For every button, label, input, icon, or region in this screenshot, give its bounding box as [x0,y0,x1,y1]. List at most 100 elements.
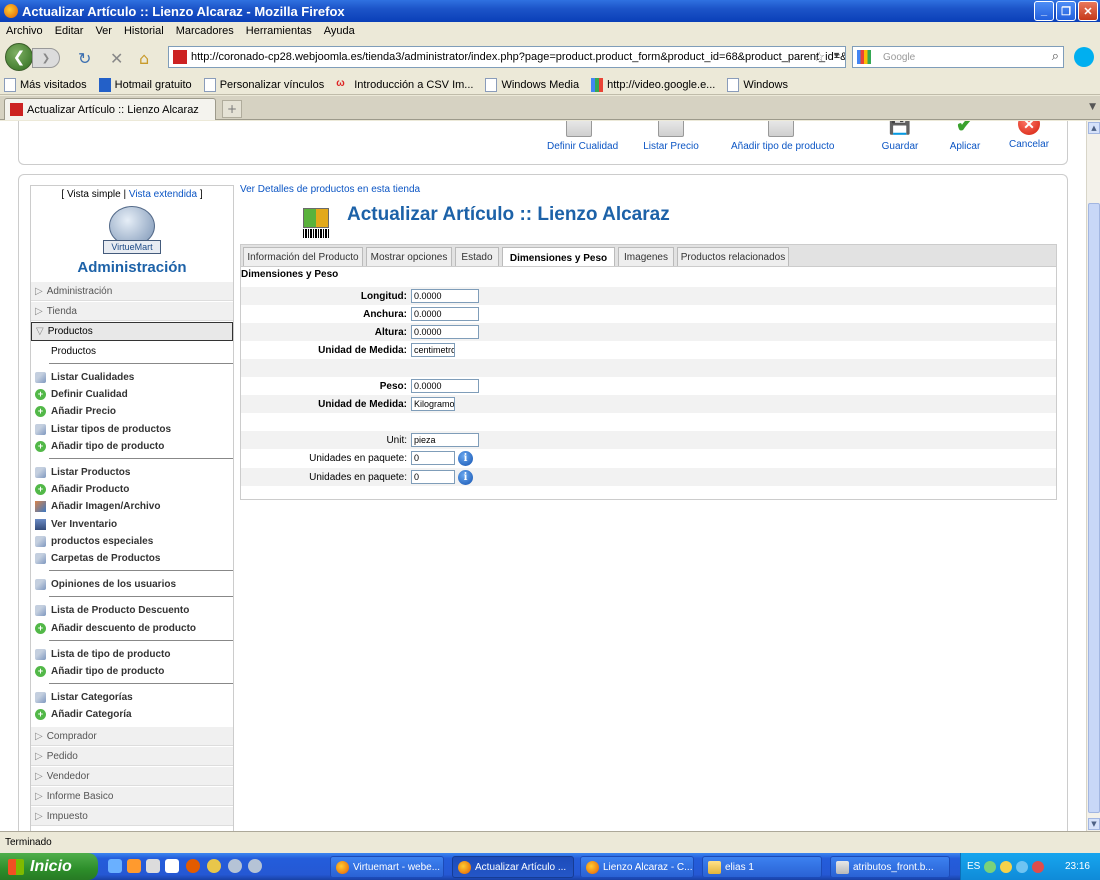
sidebar-subitem-productos[interactable]: Productos [31,342,233,360]
sidebar-item-lista-descuento[interactable]: Lista de Producto Descuento [31,602,233,619]
bookmark-google-video[interactable]: http://video.google.e... [591,77,715,92]
sidebar-item-carpetas[interactable]: Carpetas de Productos [31,550,233,567]
task-elias[interactable]: elias 1 [702,856,822,878]
paquete-2-input[interactable]: 0 [411,470,455,484]
bookmark-csv[interactable]: ω Introducción a CSV Im... [336,78,473,92]
new-tab-button[interactable]: + [222,100,242,118]
bookmark-mas-visitados[interactable]: Más visitados [4,77,87,92]
tray-icon[interactable] [1032,860,1045,873]
bookmark-windows-media[interactable]: Windows Media [485,77,579,92]
scroll-down-icon[interactable]: ▼ [1088,818,1100,830]
bookmark-personalizar[interactable]: Personalizar vínculos [203,77,324,92]
section-comprador[interactable]: ▷ Comprador [31,727,233,747]
sidebar-item-listar-productos[interactable]: Listar Productos [31,464,233,481]
sidebar-item-listar-cualidades[interactable]: Listar Cualidades [31,369,233,386]
tab-informacion[interactable]: Información del Producto [243,247,363,267]
detalles-link[interactable]: Ver Detalles de productos en esta tienda [240,184,420,195]
app2-quicklaunch-icon[interactable] [248,859,262,873]
sidebar-item-anadir-tipo-2[interactable]: + Añadir tipo de producto [31,663,233,680]
tray-icon[interactable] [984,860,997,873]
app-quicklaunch-icon[interactable] [228,859,242,873]
start-button[interactable]: Inicio [0,853,98,880]
info-icon[interactable]: i [458,469,473,485]
scroll-up-icon[interactable]: ▲ [1088,122,1100,134]
unidad-medida-select[interactable]: centimetro [411,343,455,357]
chrome-quicklaunch-icon[interactable] [207,859,221,873]
forward-button[interactable]: ❯ [32,48,60,68]
section-impuesto[interactable]: ▷ Impuesto [31,807,233,827]
task-atributos[interactable]: atributos_front.b... [830,856,950,878]
bookmark-hotmail[interactable]: Hotmail gratuito [98,77,192,92]
sidebar-item-productos-especiales[interactable]: productos especiales [31,533,233,550]
vista-extendida-link[interactable]: Vista extendida [129,189,197,200]
tab-dimensiones-peso[interactable]: Dimensiones y Peso [502,247,615,268]
section-productos[interactable]: ▽ Productos [31,322,233,341]
search-icon[interactable]: ⌕ [1052,48,1059,64]
info-icon[interactable]: i [458,450,473,466]
sidebar-item-anadir-categoria[interactable]: + Añadir Categoría [31,706,233,723]
ie-quicklaunch-icon[interactable] [108,859,122,873]
url-bar[interactable]: http://coronado-cp28.webjoomla.es/tienda… [168,46,846,68]
firefox-quicklaunch-icon[interactable] [186,859,200,873]
section-administracion[interactable]: ▷ Administración [31,282,233,301]
menu-historial[interactable]: Historial [118,25,170,37]
menu-marcadores[interactable]: Marcadores [170,25,240,37]
task-virtuemart[interactable]: Virtuemart - webe... [330,856,444,878]
altura-input[interactable]: 0.0000 [411,325,479,339]
url-dropdown-icon[interactable]: ▼ [832,50,841,60]
cancelar-button[interactable]: ✕ Cancelar [1009,121,1049,150]
menu-ver[interactable]: Ver [89,25,118,37]
anchura-input[interactable]: 0.0000 [411,307,479,321]
sidebar-item-anadir-precio[interactable]: + Añadir Precio [31,403,233,420]
sidebar-item-anadir-tipo[interactable]: + Añadir tipo de producto [31,438,233,455]
vertical-scrollbar[interactable]: ▲ ▼ [1086,121,1100,831]
tab-list-dropdown-icon[interactable]: ▼ [1089,102,1096,112]
reload-icon[interactable]: ↻ [78,49,91,68]
guardar-button[interactable]: 💾 Guardar [881,121,919,152]
scroll-thumb[interactable] [1088,203,1100,813]
section-vendedor[interactable]: ▷ Vendedor [31,767,233,787]
desktop-quicklaunch-icon[interactable] [146,859,160,873]
listar-precio-button[interactable]: Listar Precio [643,121,699,152]
maximize-button[interactable]: ❐ [1056,1,1076,21]
sidebar-item-listar-categorias[interactable]: Listar Categorías [31,689,233,706]
menu-editar[interactable]: Editar [49,25,90,37]
tab-imagenes[interactable]: Imagenes [618,247,674,267]
unit-input[interactable]: pieza [411,433,479,447]
skype-icon[interactable] [1074,47,1094,67]
minimize-button[interactable]: _ [1034,1,1054,21]
sidebar-item-anadir-imagen[interactable]: Añadir Imagen/Archivo [31,498,233,515]
definir-cualidad-button[interactable]: Definir Cualidad [547,121,618,152]
sidebar-item-anadir-descuento[interactable]: + Añadir descuento de producto [31,619,233,636]
sidebar-item-definir-cualidad[interactable]: + Definir Cualidad [31,386,233,403]
tab-mostrar-opciones[interactable]: Mostrar opciones [366,247,452,267]
section-pedido[interactable]: ▷ Pedido [31,747,233,767]
tab-estado[interactable]: Estado [455,247,499,267]
aplicar-button[interactable]: ✔ Aplicar [947,121,983,152]
sidebar-item-listar-tipos[interactable]: Listar tipos de productos [31,421,233,438]
unidad-peso-select[interactable]: Kilogramo [411,397,455,411]
section-tienda[interactable]: ▷ Tienda [31,302,233,321]
tray-icon[interactable] [1000,860,1013,873]
bookmark-star-icon[interactable]: ☆ [813,49,825,65]
menu-ayuda[interactable]: Ayuda [318,25,361,37]
browser-tab-active[interactable]: Actualizar Artículo :: Lienzo Alcaraz [4,98,216,120]
media-quicklaunch-icon[interactable] [165,859,179,873]
language-indicator[interactable]: ES [967,861,980,872]
bookmark-windows[interactable]: Windows [727,77,788,92]
close-window-button[interactable]: ✕ [1078,1,1098,21]
tab-productos-relacionados[interactable]: Productos relacionados [677,247,789,267]
outlook-quicklaunch-icon[interactable] [127,859,141,873]
menu-herramientas[interactable]: Herramientas [240,25,318,37]
section-informe-basico[interactable]: ▷ Informe Basico [31,787,233,807]
sidebar-item-anadir-producto[interactable]: + Añadir Producto [31,481,233,498]
peso-input[interactable]: 0.0000 [411,379,479,393]
longitud-input[interactable]: 0.0000 [411,289,479,303]
paquete-1-input[interactable]: 0 [411,451,455,465]
task-actualizar[interactable]: Actualizar Artículo ... [452,856,574,878]
menu-archivo[interactable]: Archivo [0,25,49,37]
sidebar-item-lista-tipo[interactable]: Lista de tipo de producto [31,646,233,663]
task-lienzo[interactable]: Lienzo Alcaraz - C... [580,856,694,878]
sidebar-item-ver-inventario[interactable]: Ver Inventario [31,516,233,533]
anadir-tipo-producto-button[interactable]: Añadir tipo de producto [731,121,834,152]
